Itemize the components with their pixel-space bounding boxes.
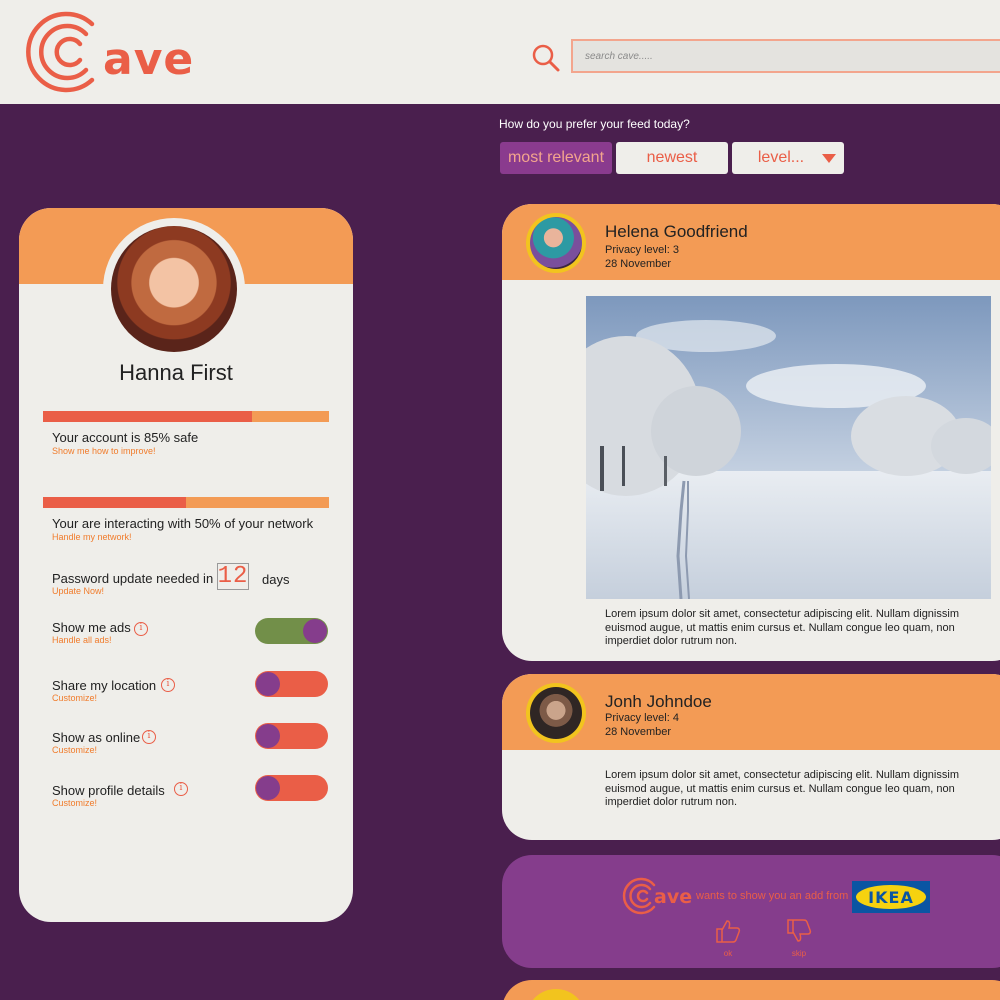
avatar-photo (530, 217, 582, 269)
cave-logo-icon (26, 11, 95, 93)
winter-landscape-image (586, 296, 991, 599)
info-icon[interactable]: i (134, 622, 148, 636)
info-icon[interactable]: i (161, 678, 175, 692)
post-author[interactable]: Jonh Johndoe (605, 692, 712, 712)
avatar[interactable] (526, 683, 586, 743)
search-input[interactable] (571, 39, 1000, 73)
avatar[interactable] (526, 213, 586, 273)
post-privacy: Privacy level: 4 (605, 712, 679, 724)
safety-progress-bar (43, 411, 329, 422)
info-icon[interactable]: i (142, 730, 156, 744)
header: ave (0, 0, 1000, 104)
setting-label-ads: Show me ads (52, 620, 131, 635)
toggle-knob (303, 619, 327, 643)
setting-label-profile-details: Show profile details (52, 783, 165, 798)
logo-wordmark: ave (103, 34, 195, 85)
cave-logo[interactable]: ave (24, 6, 204, 98)
ad-card: ave wants to show you an add from IKEA o… (502, 855, 1000, 968)
post-date: 28 November (605, 258, 672, 270)
post-author[interactable]: Helena Goodfriend (605, 222, 748, 242)
thumbs-up-icon (716, 920, 741, 943)
toggle-show-profile-details[interactable] (255, 775, 328, 801)
feed-option-label: most relevant (507, 149, 605, 166)
password-days-counter: 12 (217, 563, 249, 590)
safety-text: Your account is 85% safe (52, 430, 199, 445)
post-text: Lorem ipsum dolor sit amet, consectetur … (605, 769, 959, 808)
setting-link-online[interactable]: Customize! (52, 745, 97, 755)
ikea-logo: IKEA (852, 881, 930, 913)
handle-network-link[interactable]: Handle my network! (52, 532, 132, 542)
ad-text: wants to show you an add from (696, 890, 849, 902)
post-text: Lorem ipsum dolor sit amet, consectetur … (605, 608, 959, 647)
feed-question: How do you prefer your feed today? (499, 117, 690, 131)
safety-progress-fill (43, 411, 252, 422)
profile-name: Hanna First (119, 360, 233, 385)
ad-ok-button[interactable]: ok (712, 918, 744, 958)
post-image[interactable] (586, 296, 991, 599)
ad-logo-wordmark: ave (654, 886, 693, 908)
toggle-show-ads[interactable] (255, 618, 328, 644)
toggle-knob (256, 672, 280, 696)
search-icon[interactable] (530, 42, 562, 74)
network-progress-fill (43, 497, 186, 508)
toggle-share-location[interactable] (255, 671, 328, 697)
feed-post: Jonh Johndoe Privacy level: 4 28 Novembe… (502, 674, 1000, 840)
setting-label-location: Share my location (52, 678, 157, 693)
feed-option-most-relevant[interactable]: most relevant (500, 142, 612, 174)
toggle-knob (256, 776, 280, 800)
chevron-down-icon (822, 154, 836, 163)
avatar[interactable] (103, 218, 245, 360)
update-password-link[interactable]: Update Now! (52, 586, 104, 596)
ad-ok-label: ok (723, 949, 733, 958)
toggle-show-online[interactable] (255, 723, 328, 749)
feed-option-newest[interactable]: newest (616, 142, 728, 174)
setting-link-ads[interactable]: Handle all ads! (52, 635, 112, 645)
network-progress-bar (43, 497, 329, 508)
improve-safety-link[interactable]: Show me how to improve! (52, 446, 156, 456)
thumbs-down-icon (787, 919, 812, 942)
feed-post-partial (502, 980, 1000, 1000)
toggle-knob (256, 724, 280, 748)
ad-skip-label: skip (791, 949, 807, 958)
post-privacy: Privacy level: 3 (605, 244, 679, 256)
avatar[interactable] (526, 989, 586, 1000)
ad-skip-button[interactable]: skip (783, 918, 815, 958)
avatar-photo (111, 226, 237, 352)
feed-post: Helena Goodfriend Privacy level: 3 28 No… (502, 204, 1000, 661)
feed-option-label: level... (757, 149, 805, 166)
password-text: Password update needed in (52, 571, 214, 586)
setting-label-online: Show as online (52, 730, 141, 745)
feed-option-level-dropdown[interactable]: level... (732, 142, 844, 174)
setting-link-profile-details[interactable]: Customize! (52, 798, 97, 808)
setting-link-location[interactable]: Customize! (52, 693, 97, 703)
feed-option-label: newest (646, 149, 698, 166)
network-text: Your are interacting with 50% of your ne… (52, 516, 314, 531)
password-days-label: days (262, 572, 290, 587)
avatar-photo (530, 687, 582, 739)
post-date: 28 November (605, 726, 672, 738)
ikea-logo-text: IKEA (856, 885, 926, 909)
profile-card: Hanna First Your account is 85% safe Sho… (19, 208, 353, 922)
info-icon[interactable]: i (174, 782, 188, 796)
